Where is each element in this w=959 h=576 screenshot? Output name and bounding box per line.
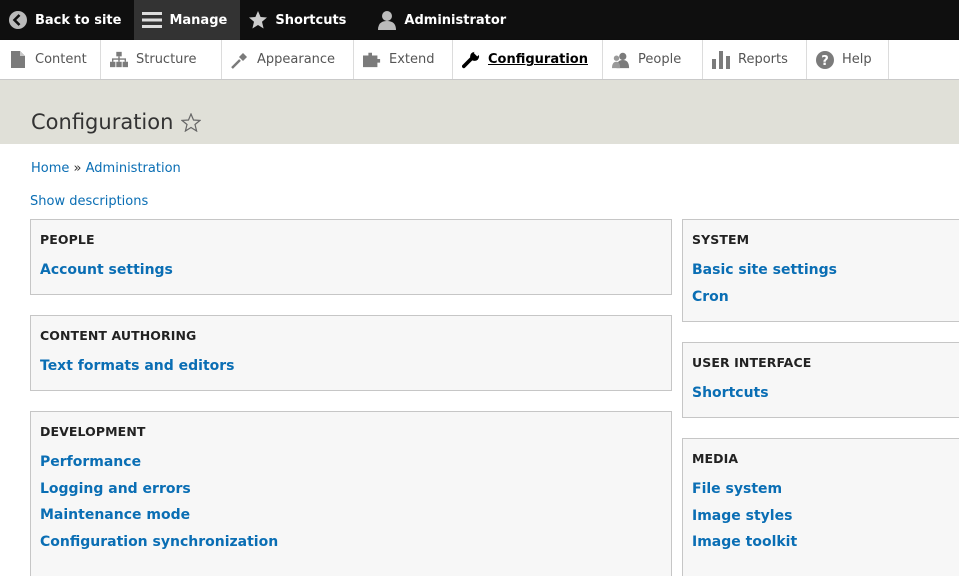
shortcuts-label: Shortcuts	[275, 12, 347, 28]
puzzle-icon	[363, 51, 381, 69]
text-formats-link[interactable]: Text formats and editors	[40, 358, 235, 385]
panel-people: PEOPLE Account settings	[30, 219, 672, 295]
tray-item-configuration[interactable]: Configuration	[453, 40, 603, 79]
panel-people-title: PEOPLE	[40, 232, 95, 247]
help-icon: ?	[816, 50, 834, 69]
tray-item-help[interactable]: ? Help	[807, 40, 889, 79]
breadcrumb: Home » Administration	[31, 161, 181, 176]
tray-item-reports[interactable]: Reports	[703, 40, 807, 79]
maintenance-mode-link[interactable]: Maintenance mode	[40, 507, 278, 534]
file-icon	[9, 51, 27, 69]
page-title: Configuration	[31, 110, 202, 134]
menu-icon	[142, 10, 163, 30]
show-descriptions-link[interactable]: Show descriptions	[30, 194, 148, 209]
breadcrumb-separator: »	[73, 161, 82, 176]
page-header: Configuration	[0, 80, 959, 144]
account-settings-link[interactable]: Account settings	[40, 262, 173, 289]
panel-content-authoring-title: CONTENT AUTHORING	[40, 328, 197, 343]
svg-text:?: ?	[821, 54, 829, 69]
wrench-icon	[462, 50, 480, 69]
manage-label: Manage	[169, 12, 228, 28]
tray-item-extend[interactable]: Extend	[354, 40, 453, 79]
shortcuts-tab[interactable]: Shortcuts	[240, 0, 359, 40]
bar-chart-icon	[712, 50, 730, 69]
file-system-link[interactable]: File system	[692, 481, 797, 508]
panel-system-title: SYSTEM	[692, 232, 750, 247]
tray-item-reports-label: Reports	[738, 52, 788, 67]
admin-toolbar: Back to site Manage Shortcuts Administra…	[0, 0, 959, 40]
cron-link[interactable]: Cron	[692, 289, 837, 316]
manage-tab[interactable]: Manage	[134, 0, 241, 40]
performance-link[interactable]: Performance	[40, 454, 278, 481]
tray-item-appearance[interactable]: Appearance	[222, 40, 354, 79]
tray-item-content[interactable]: Content	[0, 40, 101, 79]
tray-item-extend-label: Extend	[389, 52, 435, 67]
star-icon	[248, 10, 268, 30]
tray-item-structure[interactable]: Structure	[101, 40, 222, 79]
panel-media: MEDIA File system Image styles Image too…	[682, 438, 959, 576]
panel-content-authoring: CONTENT AUTHORING Text formats and edito…	[30, 315, 672, 391]
breadcrumb-home-link[interactable]: Home	[31, 161, 69, 176]
user-label: Administrator	[404, 12, 507, 28]
config-sync-link[interactable]: Configuration synchronization	[40, 534, 278, 561]
tray-item-content-label: Content	[35, 52, 87, 67]
user-icon	[377, 10, 397, 30]
back-to-site-link[interactable]: Back to site	[0, 0, 134, 40]
panel-user-interface: USER INTERFACE Shortcuts	[682, 342, 959, 418]
panel-system: SYSTEM Basic site settings Cron	[682, 219, 959, 322]
image-styles-link[interactable]: Image styles	[692, 508, 797, 535]
tray-item-people-label: People	[638, 52, 682, 67]
back-arrow-icon	[8, 10, 28, 30]
tray-item-people[interactable]: People	[603, 40, 703, 79]
tray-item-help-label: Help	[842, 52, 872, 67]
shortcuts-link[interactable]: Shortcuts	[692, 385, 769, 412]
panel-user-interface-title: USER INTERFACE	[692, 355, 812, 370]
page-title-text: Configuration	[31, 110, 174, 134]
tray-item-appearance-label: Appearance	[257, 52, 336, 67]
panel-development-title: DEVELOPMENT	[40, 424, 146, 439]
panel-media-title: MEDIA	[692, 451, 739, 466]
tray-item-configuration-label: Configuration	[488, 52, 588, 67]
people-icon	[612, 51, 630, 69]
image-toolkit-link[interactable]: Image toolkit	[692, 534, 797, 561]
logging-errors-link[interactable]: Logging and errors	[40, 481, 278, 508]
back-to-site-label: Back to site	[35, 12, 122, 28]
breadcrumb-administration-link[interactable]: Administration	[86, 161, 181, 176]
tray-item-structure-label: Structure	[136, 52, 197, 67]
basic-site-settings-link[interactable]: Basic site settings	[692, 262, 837, 289]
paint-brush-icon	[231, 51, 249, 69]
add-shortcut-star-icon[interactable]	[181, 112, 202, 132]
panel-development: DEVELOPMENT Performance Logging and erro…	[30, 411, 672, 576]
sitemap-icon	[110, 51, 128, 69]
user-tab[interactable]: Administrator	[359, 0, 519, 40]
admin-tray: Content Structure Appearance Extend Conf…	[0, 40, 959, 80]
